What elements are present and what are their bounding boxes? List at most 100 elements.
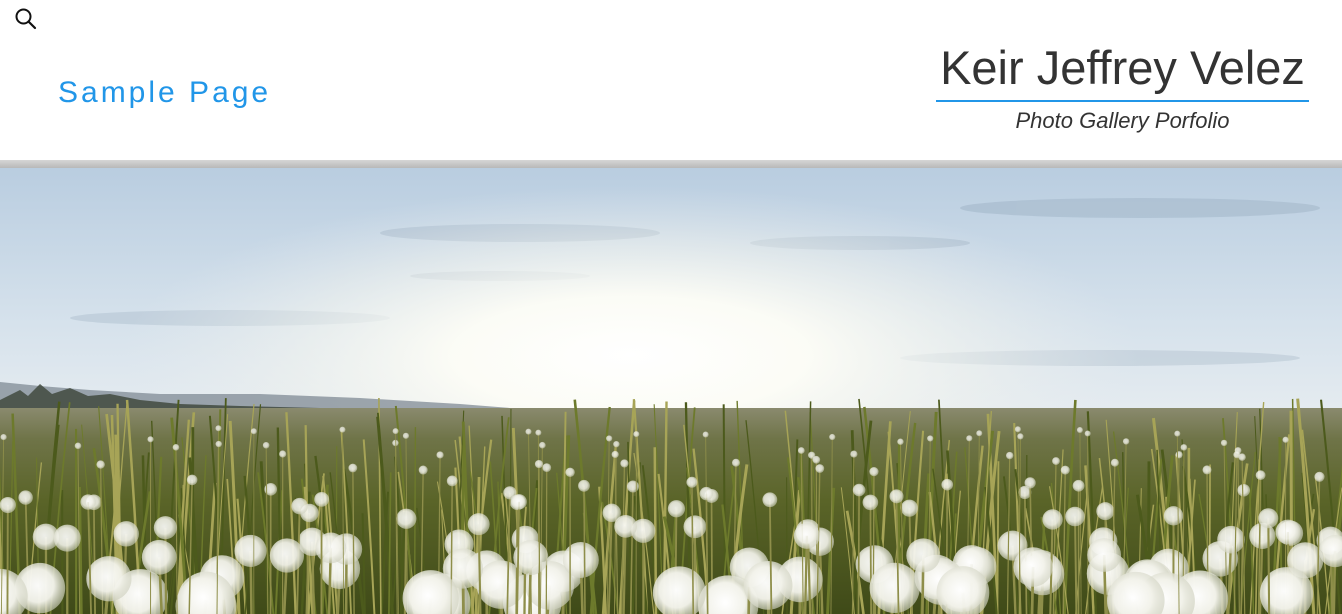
- dandelion-puff: [797, 447, 805, 454]
- dandelion-puff: [966, 435, 973, 442]
- dandelion-puff: [269, 538, 305, 573]
- dandelion-puff: [0, 496, 16, 514]
- dandelion-puff: [897, 438, 904, 445]
- dandelion-puff: [862, 494, 879, 511]
- dandelion-puff: [1110, 458, 1119, 467]
- dandelion-puff: [762, 492, 778, 508]
- dandelion-puff: [1014, 426, 1021, 433]
- dandelion-puff: [396, 508, 417, 529]
- dandelion-puff: [869, 562, 920, 613]
- dandelion-puff: [436, 451, 444, 459]
- dandelion-puff: [279, 450, 287, 458]
- site-title[interactable]: Keir Jeffrey Velez: [936, 40, 1309, 102]
- dandelion-puff: [578, 479, 590, 492]
- grass-blade: [996, 461, 1000, 614]
- dandelion-puff: [113, 521, 139, 547]
- dandelion-puff: [542, 463, 552, 472]
- dandelion-puff: [1275, 519, 1301, 545]
- dandelion-puff: [534, 459, 544, 469]
- dandelion-puff: [1024, 477, 1036, 489]
- dandelion-puff: [348, 463, 358, 473]
- dandelion-puff: [250, 428, 257, 435]
- dandelion-puff: [900, 499, 918, 517]
- dandelion-puff: [339, 426, 346, 433]
- dandelion-puff: [147, 436, 154, 443]
- dandelion-puff: [392, 428, 399, 435]
- dandelion-puff: [976, 430, 983, 437]
- dandelion-puff: [1180, 444, 1188, 451]
- dandelion-puff: [1060, 465, 1070, 475]
- dandelion-puff: [1122, 438, 1130, 445]
- hero-photo-dandelion-field: [0, 168, 1342, 614]
- dandelion-puff: [418, 465, 428, 475]
- dandelion-puff: [511, 494, 527, 510]
- dandelion-stem: [538, 464, 541, 614]
- dandelion-puff: [906, 538, 941, 573]
- dandelion-puff: [153, 516, 178, 540]
- dandelion-puff: [1052, 457, 1060, 465]
- dandelion-puff: [699, 486, 714, 501]
- search-icon[interactable]: [13, 6, 39, 32]
- dandelion-puff: [1237, 483, 1251, 497]
- dandelion-puff: [620, 459, 629, 468]
- site-header: Sample Page Keir Jeffrey Velez Photo Gal…: [0, 0, 1342, 160]
- dandelion-puff: [702, 431, 709, 438]
- dandelion-puff: [234, 534, 267, 568]
- dandelion-stem: [92, 502, 96, 614]
- dandelion-puff: [291, 497, 308, 515]
- dandelion-puff: [667, 500, 686, 518]
- dandelion-puff: [815, 464, 825, 473]
- dandelion-puff: [793, 522, 820, 549]
- dandelion-puff: [686, 476, 698, 488]
- dandelion-puff: [1217, 525, 1245, 554]
- dandelion-puff: [889, 489, 904, 504]
- dandelion-puff: [172, 444, 180, 451]
- dandelion-puff: [141, 539, 177, 575]
- dandelion-puff: [262, 441, 270, 449]
- dandelion-puff: [535, 429, 542, 436]
- dandelion-puff: [731, 458, 740, 467]
- dandelion-puff: [539, 441, 546, 449]
- dandelion-puff: [96, 460, 105, 469]
- dandelion-puff: [1233, 451, 1241, 459]
- dandelion-puff: [565, 467, 575, 477]
- dandelion-puff: [743, 560, 793, 610]
- dandelion-puff: [1017, 433, 1024, 440]
- dandelion-puff: [446, 475, 458, 487]
- dandelion-puff: [683, 515, 707, 539]
- dandelion-puff: [86, 556, 132, 602]
- dandelion-puff: [1096, 502, 1115, 521]
- dandelion-puff: [1005, 451, 1014, 460]
- dandelion-puff: [215, 425, 222, 432]
- dandelion-puff: [215, 440, 222, 448]
- dandelion-puff: [186, 474, 198, 486]
- dandelion-puff: [1282, 436, 1289, 443]
- dandelion-puff: [74, 442, 82, 450]
- dandelion-puff: [927, 435, 934, 442]
- dandelion-stem: [1267, 518, 1271, 614]
- dandelion-puff: [314, 491, 330, 507]
- dandelion-puff: [525, 428, 532, 435]
- dandelion-puff: [606, 435, 613, 442]
- nav-item-sample-page[interactable]: Sample Page: [58, 76, 271, 110]
- dandelion-puff: [53, 524, 81, 552]
- dandelion-puff: [613, 440, 620, 448]
- dandelion-puff: [626, 480, 639, 493]
- dandelion-puff: [1084, 430, 1091, 437]
- dandelion-puff: [829, 433, 836, 441]
- dandelion-puff: [614, 514, 638, 538]
- dandelion-puff: [1087, 538, 1122, 572]
- dandelion-stem: [869, 502, 873, 614]
- dandelion-puff: [850, 450, 858, 458]
- dandelion-puff: [402, 432, 410, 439]
- search-button[interactable]: [13, 6, 39, 32]
- dandelion-puff: [0, 434, 7, 441]
- dandelion-puff: [1175, 451, 1183, 459]
- page: Sample Page Keir Jeffrey Velez Photo Gal…: [0, 0, 1342, 614]
- dandelion-puff: [562, 541, 599, 578]
- dandelion-puff: [1202, 465, 1212, 475]
- dandelion-puff: [812, 455, 821, 464]
- dandelion-puff: [80, 494, 96, 510]
- dandelion-puff: [467, 513, 490, 536]
- dandelion-puff: [315, 532, 347, 564]
